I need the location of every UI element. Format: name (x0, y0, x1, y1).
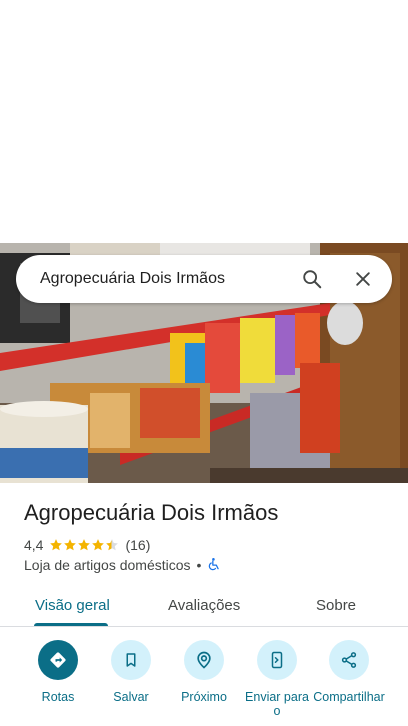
star-rating (49, 538, 119, 552)
directions-label: Rotas (41, 690, 75, 704)
share-label: Compartilhar (313, 690, 385, 704)
nearby-icon (197, 651, 211, 669)
send-to-phone-button[interactable]: Enviar para o (237, 640, 317, 718)
nearby-button[interactable]: Próximo (164, 640, 244, 704)
rating-row[interactable]: 4,4 (16) (24, 536, 150, 554)
rating-value: 4,4 (24, 537, 44, 553)
save-button[interactable]: Salvar (91, 640, 171, 704)
category-text: Loja de artigos domésticos (24, 557, 191, 573)
bookmark-icon (126, 653, 136, 667)
category-row: Loja de artigos domésticos • (24, 556, 221, 574)
tab-about[interactable]: Sobre (316, 585, 356, 625)
divider (0, 626, 408, 627)
place-name: Agropecuária Dois Irmãos (24, 500, 279, 525)
close-icon[interactable] (351, 267, 375, 291)
search-bar[interactable]: Agropecuária Dois Irmãos (16, 255, 392, 303)
search-query-text[interactable]: Agropecuária Dois Irmãos (40, 270, 300, 288)
tab-reviews[interactable]: Avaliações (168, 585, 240, 625)
search-icon[interactable] (300, 267, 324, 291)
save-label: Salvar (113, 690, 149, 704)
half-star-icon (106, 539, 119, 551)
star-icon (64, 539, 77, 551)
share-button[interactable]: Compartilhar (309, 640, 389, 704)
send-to-phone-label: Enviar para o (245, 690, 309, 718)
share-icon (341, 652, 357, 668)
directions-button[interactable]: Rotas (18, 640, 98, 704)
separator-dot: • (196, 557, 202, 573)
star-icon (50, 539, 63, 551)
directions-icon (50, 652, 66, 668)
tab-overview[interactable]: Visão geral (35, 585, 110, 625)
star-icon (78, 539, 91, 551)
send-to-phone-icon (271, 651, 283, 669)
action-bar: Rotas Salvar Próximo Enviar para o Compa… (0, 640, 408, 726)
review-count[interactable]: (16) (125, 537, 150, 553)
tab-bar: Visão geral Avaliações Sobre (0, 585, 408, 627)
wheelchair-accessible-icon[interactable] (207, 557, 221, 574)
nearby-label: Próximo (181, 690, 227, 704)
star-icon (92, 539, 105, 551)
